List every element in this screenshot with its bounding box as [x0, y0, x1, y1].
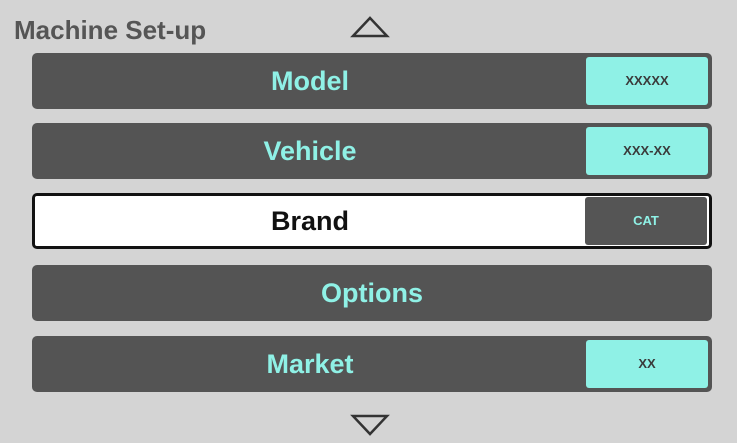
menu-item-brand[interactable]: Brand CAT	[32, 193, 712, 249]
menu-item-value-vehicle: XXX-XX	[586, 127, 708, 175]
menu-item-market[interactable]: Market XX	[32, 336, 712, 392]
menu-item-vehicle[interactable]: Vehicle XXX-XX	[32, 123, 712, 179]
page-title: Machine Set-up	[14, 15, 207, 45]
scroll-up-arrow-icon[interactable]	[350, 16, 390, 38]
menu-item-options[interactable]: Options	[32, 265, 712, 321]
menu-item-label: Vehicle	[263, 136, 357, 166]
menu-item-label: Brand	[270, 206, 349, 236]
menu-item-label: Options	[321, 278, 423, 308]
menu-item-value-market: XX	[586, 340, 708, 388]
menu-item-model[interactable]: Model XXXXX	[32, 53, 712, 109]
menu-item-value-brand: CAT	[585, 197, 707, 245]
scroll-down-arrow-icon[interactable]	[350, 414, 390, 436]
menu-item-label: Market	[266, 349, 354, 379]
menu-item-label: Model	[271, 66, 349, 96]
menu-item-value-model: XXXXX	[586, 57, 708, 105]
